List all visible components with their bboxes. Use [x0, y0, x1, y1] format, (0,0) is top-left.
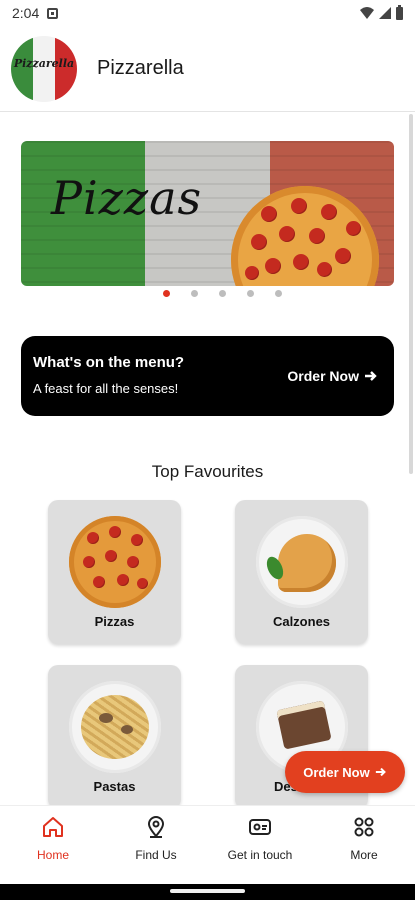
nav-label: Get in touch: [227, 848, 293, 862]
nav-more[interactable]: More: [319, 816, 409, 862]
pasta-icon: [69, 681, 161, 773]
carousel-dot[interactable]: [191, 290, 198, 297]
nav-get-in-touch[interactable]: Get in touch: [215, 816, 305, 862]
wifi-icon: [360, 7, 374, 19]
order-now-link[interactable]: Order Now: [287, 368, 378, 384]
home-indicator[interactable]: [170, 889, 245, 893]
home-icon: [43, 817, 63, 837]
carousel-dot[interactable]: [163, 290, 170, 297]
favourite-label: Pastas: [93, 779, 136, 794]
nav-label: More: [350, 848, 378, 862]
favourites-title: Top Favourites: [151, 462, 264, 481]
grid-icon: [354, 817, 374, 837]
favourite-card-pastas[interactable]: Pastas: [48, 665, 181, 809]
carousel-indicator: [0, 290, 415, 297]
carousel-dot[interactable]: [275, 290, 282, 297]
menu-card[interactable]: What's on the menu? A feast for all the …: [21, 336, 394, 416]
app-logo: Pizzarella: [11, 35, 77, 102]
notification-icon: [47, 7, 59, 19]
signal-icon: [379, 7, 391, 19]
order-now-label: Order Now: [287, 368, 359, 384]
nav-label: Find Us: [135, 848, 177, 862]
app-title: Pizzarella: [97, 57, 184, 79]
favourite-label: Calzones: [272, 614, 331, 629]
system-gesture-bar: [0, 884, 415, 900]
favourite-card-calzones[interactable]: Calzones: [235, 500, 368, 644]
promo-banner[interactable]: Pizzas: [21, 141, 394, 286]
banner-title: Pizzas: [51, 171, 203, 225]
status-time: 2:04: [12, 5, 40, 21]
carousel-dot[interactable]: [219, 290, 226, 297]
pizza-icon: [69, 516, 161, 608]
status-bar: 2:04: [0, 0, 415, 26]
favourite-card-pizzas[interactable]: Pizzas: [48, 500, 181, 644]
app-header: Pizzarella Pizzarella: [0, 26, 415, 112]
contact-card-icon: [249, 819, 271, 835]
order-now-button-label: Order Now: [303, 764, 370, 780]
location-pin-icon: [147, 816, 165, 838]
favourite-label: Pizzas: [94, 614, 135, 629]
logo-text: Pizzarella: [13, 56, 75, 70]
order-now-button[interactable]: Order Now: [285, 751, 405, 793]
calzone-icon: [256, 516, 348, 608]
nav-find-us[interactable]: Find Us: [111, 816, 201, 862]
battery-icon: [396, 4, 403, 20]
arrow-right-icon: [365, 371, 377, 381]
nav-label: Home: [36, 848, 69, 862]
carousel-dot[interactable]: [247, 290, 254, 297]
nav-home[interactable]: Home: [8, 816, 98, 862]
bottom-navigation: Home Find Us Get in touch More: [0, 805, 415, 885]
arrow-right-icon: [375, 767, 386, 777]
